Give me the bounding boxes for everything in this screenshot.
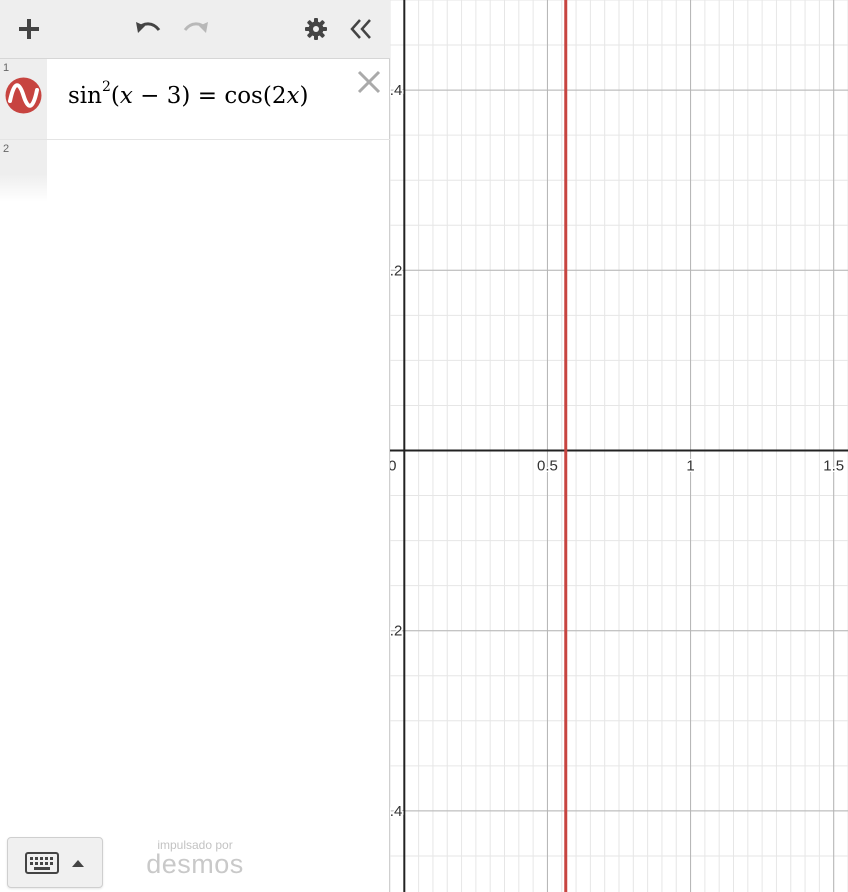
empty-expression-row[interactable]: 2 bbox=[0, 140, 390, 202]
expression-number: 1 bbox=[3, 62, 10, 74]
undo-button[interactable] bbox=[134, 14, 164, 44]
gear-icon bbox=[305, 18, 327, 40]
y-tick-label: 0.4 bbox=[390, 82, 402, 99]
double-chevron-left-icon bbox=[350, 19, 371, 39]
x-tick-label: 1 bbox=[686, 458, 694, 475]
caret-up-icon bbox=[72, 859, 84, 867]
add-item-button[interactable] bbox=[14, 14, 44, 44]
y-tick-label: -0.2 bbox=[390, 623, 402, 640]
y-tick-label: 0.2 bbox=[390, 262, 402, 279]
y-tick-label: -0.4 bbox=[390, 803, 402, 820]
x-tick-label: 0.5 bbox=[537, 458, 558, 475]
x-tick-label: 0 bbox=[390, 458, 396, 475]
x-tick-label: 1.5 bbox=[823, 458, 844, 475]
redo-button[interactable] bbox=[180, 14, 210, 44]
expression-tab: 2 bbox=[0, 140, 47, 202]
keyboard-icon bbox=[25, 851, 59, 874]
collapse-panel-button[interactable] bbox=[346, 14, 376, 44]
settings-button[interactable] bbox=[301, 14, 331, 44]
expression-panel: 1 sin2(x − 3) = cos(2x) 2 impulsado por … bbox=[0, 0, 390, 892]
redo-icon bbox=[183, 22, 208, 33]
keypad-toggle-button[interactable] bbox=[7, 837, 103, 888]
undo-icon bbox=[136, 22, 161, 33]
plus-icon bbox=[19, 19, 39, 39]
expression-tab: 1 bbox=[0, 59, 47, 139]
expression-row[interactable]: 1 sin2(x − 3) = cos(2x) bbox=[0, 59, 390, 140]
desmos-branding[interactable]: impulsado por desmos bbox=[145, 838, 245, 879]
graph-canvas[interactable]: 0 0.5 1 1.5 0.4 0.2 -0.2 -0.4 bbox=[390, 0, 848, 892]
expression-number: 2 bbox=[3, 143, 10, 155]
graph-svg[interactable]: 0 0.5 1 1.5 0.4 0.2 -0.2 -0.4 bbox=[390, 0, 848, 892]
delete-expression-button[interactable] bbox=[356, 69, 382, 95]
expression-math[interactable]: sin2(x − 3) = cos(2x) bbox=[68, 79, 308, 109]
desmos-logo: desmos bbox=[146, 849, 244, 879]
toolbar bbox=[0, 0, 390, 59]
graph-wave-icon[interactable] bbox=[5, 77, 42, 114]
